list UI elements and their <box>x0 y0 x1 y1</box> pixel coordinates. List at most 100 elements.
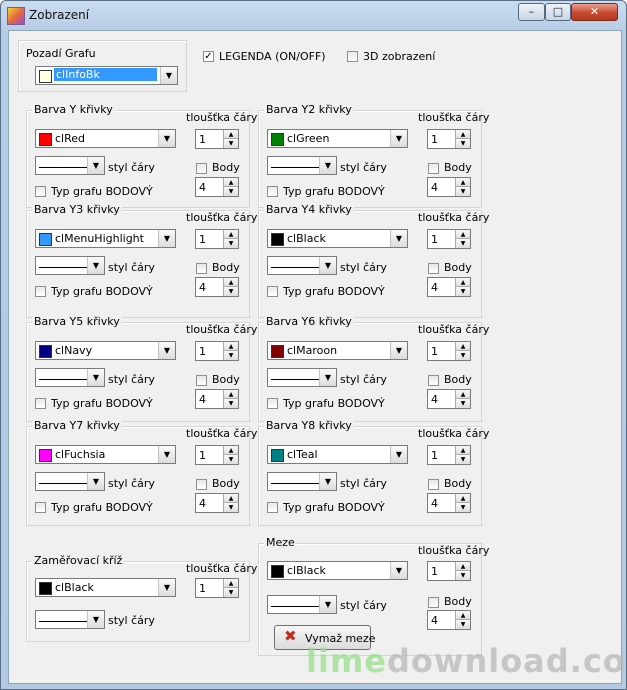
stepper-down-icon[interactable]: ▼ <box>456 455 470 464</box>
stepper-down-icon[interactable]: ▼ <box>224 351 238 360</box>
curve-points-checkbox[interactable] <box>196 479 207 490</box>
curve-points-stepper[interactable]: 4 ▲ ▼ <box>427 277 471 297</box>
curve-scatter-checkbox[interactable] <box>267 186 278 197</box>
chevron-down-icon[interactable]: ▼ <box>390 230 407 247</box>
chevron-down-icon[interactable]: ▼ <box>390 342 407 359</box>
stepper-down-icon[interactable]: ▼ <box>456 239 470 248</box>
curve-thickness-stepper[interactable]: 1 ▲ ▼ <box>427 129 471 149</box>
curve-color-select[interactable]: clNavy ▼ <box>35 341 176 360</box>
curve-line-style-select[interactable]: ▼ <box>267 256 337 275</box>
stepper-up-icon[interactable]: ▲ <box>456 611 470 620</box>
chevron-down-icon[interactable]: ▼ <box>87 369 104 386</box>
limits-line-style-select[interactable]: ▼ <box>267 595 337 614</box>
minimize-button[interactable]: – <box>518 3 545 21</box>
stepper-up-icon[interactable]: ▲ <box>456 342 470 351</box>
stepper-down-icon[interactable]: ▼ <box>224 239 238 248</box>
stepper-down-icon[interactable]: ▼ <box>456 620 470 629</box>
curve-color-select[interactable]: clGreen ▼ <box>267 129 408 148</box>
stepper-up-icon[interactable]: ▲ <box>224 130 238 139</box>
chevron-down-icon[interactable]: ▼ <box>319 157 336 174</box>
chevron-down-icon[interactable]: ▼ <box>390 130 407 147</box>
curve-scatter-checkbox[interactable] <box>267 398 278 409</box>
stepper-up-icon[interactable]: ▲ <box>224 446 238 455</box>
stepper-up-icon[interactable]: ▲ <box>456 278 470 287</box>
maximize-button[interactable]: □ <box>545 3 571 21</box>
stepper-down-icon[interactable]: ▼ <box>456 351 470 360</box>
chevron-down-icon[interactable]: ▼ <box>158 342 175 359</box>
curve-scatter-checkbox[interactable] <box>267 502 278 513</box>
stepper-down-icon[interactable]: ▼ <box>456 139 470 148</box>
curve-scatter-checkbox[interactable] <box>35 186 46 197</box>
stepper-up-icon[interactable]: ▲ <box>224 494 238 503</box>
stepper-down-icon[interactable]: ▼ <box>224 588 238 597</box>
chevron-down-icon[interactable]: ▼ <box>87 611 104 628</box>
chevron-down-icon[interactable]: ▼ <box>158 130 175 147</box>
stepper-up-icon[interactable]: ▲ <box>456 390 470 399</box>
stepper-up-icon[interactable]: ▲ <box>224 342 238 351</box>
stepper-up-icon[interactable]: ▲ <box>456 130 470 139</box>
curve-points-stepper[interactable]: 4 ▲ ▼ <box>427 389 471 409</box>
curve-thickness-stepper[interactable]: 1 ▲ ▼ <box>427 445 471 465</box>
chevron-down-icon[interactable]: ▼ <box>87 157 104 174</box>
curve-points-checkbox[interactable] <box>428 163 439 174</box>
stepper-down-icon[interactable]: ▼ <box>456 187 470 196</box>
curve-line-style-select[interactable]: ▼ <box>35 368 105 387</box>
curve-color-select[interactable]: clMenuHighlight ▼ <box>35 229 176 248</box>
stepper-down-icon[interactable]: ▼ <box>456 571 470 580</box>
curve-line-style-select[interactable]: ▼ <box>267 368 337 387</box>
crosshair-line-style-select[interactable]: ▼ <box>35 610 105 629</box>
curve-thickness-stepper[interactable]: 1 ▲ ▼ <box>195 445 239 465</box>
crosshair-thickness-stepper[interactable]: 1 ▲ ▼ <box>195 578 239 598</box>
limits-color-select[interactable]: clBlack ▼ <box>267 561 408 580</box>
limits-points-stepper[interactable]: 4 ▲ ▼ <box>427 610 471 630</box>
stepper-up-icon[interactable]: ▲ <box>224 230 238 239</box>
stepper-up-icon[interactable]: ▲ <box>456 230 470 239</box>
curve-color-select[interactable]: clFuchsia ▼ <box>35 445 176 464</box>
stepper-down-icon[interactable]: ▼ <box>224 139 238 148</box>
curve-scatter-checkbox[interactable] <box>35 502 46 513</box>
curve-scatter-checkbox[interactable] <box>35 398 46 409</box>
stepper-up-icon[interactable]: ▲ <box>224 579 238 588</box>
curve-line-style-select[interactable]: ▼ <box>35 256 105 275</box>
curve-thickness-stepper[interactable]: 1 ▲ ▼ <box>427 229 471 249</box>
limits-points-checkbox[interactable] <box>428 597 439 608</box>
curve-points-stepper[interactable]: 4 ▲ ▼ <box>195 389 239 409</box>
close-button[interactable]: ✕ <box>571 3 618 21</box>
curve-scatter-checkbox[interactable] <box>35 286 46 297</box>
crosshair-color-select[interactable]: clBlack ▼ <box>35 578 176 597</box>
curve-points-stepper[interactable]: 4 ▲ ▼ <box>195 493 239 513</box>
curve-points-checkbox[interactable] <box>196 163 207 174</box>
chevron-down-icon[interactable]: ▼ <box>87 257 104 274</box>
curve-points-stepper[interactable]: 4 ▲ ▼ <box>195 277 239 297</box>
curve-thickness-stepper[interactable]: 1 ▲ ▼ <box>195 229 239 249</box>
stepper-up-icon[interactable]: ▲ <box>224 178 238 187</box>
curve-points-stepper[interactable]: 4 ▲ ▼ <box>427 177 471 197</box>
curve-line-style-select[interactable]: ▼ <box>35 472 105 491</box>
curve-scatter-checkbox[interactable] <box>267 286 278 297</box>
stepper-up-icon[interactable]: ▲ <box>224 278 238 287</box>
chevron-down-icon[interactable]: ▼ <box>390 446 407 463</box>
curve-line-style-select[interactable]: ▼ <box>35 156 105 175</box>
curve-points-stepper[interactable]: 4 ▲ ▼ <box>427 493 471 513</box>
curve-points-checkbox[interactable] <box>428 375 439 386</box>
legend-checkbox[interactable]: ✓ <box>203 51 214 62</box>
stepper-down-icon[interactable]: ▼ <box>224 399 238 408</box>
curve-thickness-stepper[interactable]: 1 ▲ ▼ <box>195 129 239 149</box>
curve-line-style-select[interactable]: ▼ <box>267 472 337 491</box>
stepper-down-icon[interactable]: ▼ <box>224 287 238 296</box>
curve-line-style-select[interactable]: ▼ <box>267 156 337 175</box>
curve-points-checkbox[interactable] <box>428 263 439 274</box>
stepper-down-icon[interactable]: ▼ <box>224 455 238 464</box>
stepper-down-icon[interactable]: ▼ <box>224 503 238 512</box>
curve-color-select[interactable]: clMaroon ▼ <box>267 341 408 360</box>
stepper-up-icon[interactable]: ▲ <box>456 562 470 571</box>
chevron-down-icon[interactable]: ▼ <box>158 446 175 463</box>
stepper-down-icon[interactable]: ▼ <box>456 287 470 296</box>
chevron-down-icon[interactable]: ▼ <box>390 562 407 579</box>
curve-points-stepper[interactable]: 4 ▲ ▼ <box>195 177 239 197</box>
stepper-up-icon[interactable]: ▲ <box>224 390 238 399</box>
chevron-down-icon[interactable]: ▼ <box>158 230 175 247</box>
curve-points-checkbox[interactable] <box>428 479 439 490</box>
chevron-down-icon[interactable]: ▼ <box>319 257 336 274</box>
stepper-up-icon[interactable]: ▲ <box>456 446 470 455</box>
